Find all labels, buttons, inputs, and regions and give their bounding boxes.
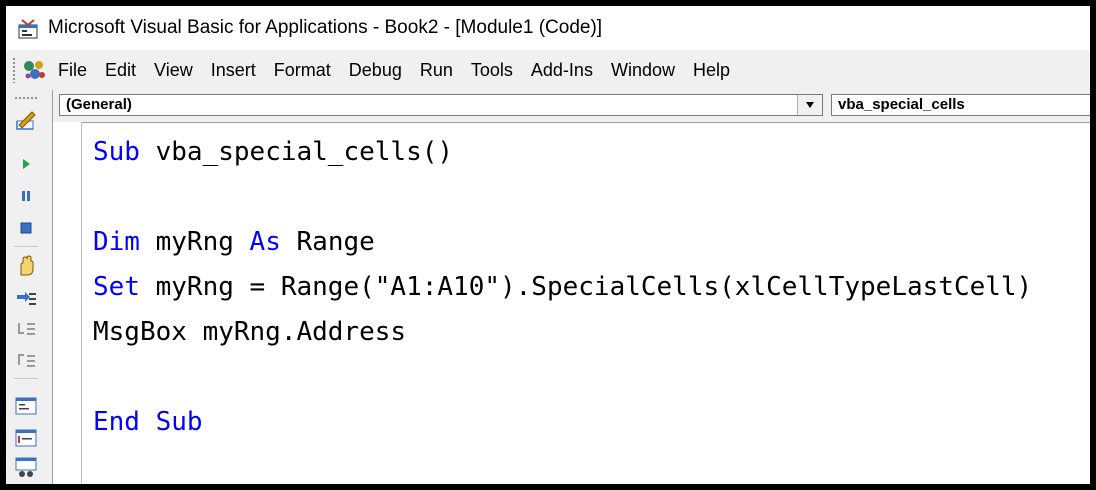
code-line[interactable]: End Sub xyxy=(93,400,1032,445)
code-keyword: Sub xyxy=(93,137,140,167)
menu-view[interactable]: View xyxy=(154,60,193,81)
menu-edit[interactable]: Edit xyxy=(105,60,136,81)
watch-window-icon[interactable] xyxy=(14,456,38,480)
toolbar-separator xyxy=(14,246,38,247)
menu-run[interactable]: Run xyxy=(420,60,453,81)
code-text: myRng xyxy=(139,227,250,257)
reset-icon[interactable] xyxy=(14,216,38,240)
code-text: MsgBox myRng.Address xyxy=(93,317,407,347)
menubar-grip[interactable] xyxy=(12,57,16,83)
menu-add-ins[interactable]: Add-Ins xyxy=(531,60,593,81)
object-dropdown-value: (General) xyxy=(66,96,132,113)
menu-window[interactable]: Window xyxy=(611,60,675,81)
code-keyword: As xyxy=(249,227,281,257)
run-icon[interactable] xyxy=(14,152,38,176)
margin-indicator-bar[interactable] xyxy=(53,122,82,484)
code-keyword: Set xyxy=(93,272,140,302)
code-keyword: Dim xyxy=(93,227,140,257)
step-out-icon[interactable] xyxy=(14,348,38,372)
procedure-dropdown[interactable]: vba_special_cells xyxy=(831,94,1090,116)
vba-editor-window: Microsoft Visual Basic for Applications … xyxy=(6,6,1090,484)
break-icon[interactable] xyxy=(14,184,38,208)
vba-app-icon[interactable] xyxy=(16,16,40,40)
code-line[interactable]: Sub vba_special_cells() xyxy=(93,130,1032,175)
design-mode-icon[interactable] xyxy=(14,108,38,132)
code-text: vba_special_cells() xyxy=(139,137,454,167)
menu-file[interactable]: File xyxy=(58,60,87,81)
step-over-icon[interactable] xyxy=(14,318,38,342)
object-dropdown-button[interactable] xyxy=(797,95,822,115)
menu-debug[interactable]: Debug xyxy=(349,60,402,81)
code-line[interactable] xyxy=(93,355,1032,400)
menu-bar: File Edit View Insert Format Debug Run T… xyxy=(6,50,1090,90)
object-dropdown[interactable]: (General) xyxy=(59,94,823,116)
code-line[interactable]: Set myRng = Range("A1:A10").SpecialCells… xyxy=(93,265,1032,310)
code-window-combo-row: (General) vba_special_cells xyxy=(53,90,1090,123)
menu-tools[interactable]: Tools xyxy=(471,60,513,81)
procedure-dropdown-value: vba_special_cells xyxy=(838,96,965,113)
immediate-window-icon[interactable] xyxy=(14,426,38,450)
code-line[interactable] xyxy=(93,175,1032,220)
toolbar-grip[interactable] xyxy=(14,96,38,100)
title-bar: Microsoft Visual Basic for Applications … xyxy=(6,6,1090,50)
code-keyword: End Sub xyxy=(93,407,203,437)
toggle-breakpoint-icon[interactable] xyxy=(14,254,38,278)
code-editor[interactable]: Sub vba_special_cells() Dim myRng As Ran… xyxy=(93,130,1032,445)
debug-toolbar xyxy=(6,90,46,484)
window-title: Microsoft Visual Basic for Applications … xyxy=(48,17,603,38)
toolbar-separator xyxy=(14,378,38,379)
menu-help[interactable]: Help xyxy=(693,60,730,81)
locals-window-icon[interactable] xyxy=(14,394,38,418)
chevron-down-icon xyxy=(805,95,815,115)
menu-format[interactable]: Format xyxy=(274,60,331,81)
code-text: Range xyxy=(280,227,375,257)
menu-insert[interactable]: Insert xyxy=(211,60,256,81)
step-into-icon[interactable] xyxy=(14,286,38,310)
code-line[interactable]: MsgBox myRng.Address xyxy=(93,310,1032,355)
code-window: (General) vba_special_cells Sub vba_spec… xyxy=(52,90,1090,484)
code-line[interactable]: Dim myRng As Range xyxy=(93,220,1032,265)
vba-control-icon[interactable] xyxy=(22,57,48,83)
code-text: myRng = Range("A1:A10").SpecialCells(xlC… xyxy=(139,272,1033,302)
